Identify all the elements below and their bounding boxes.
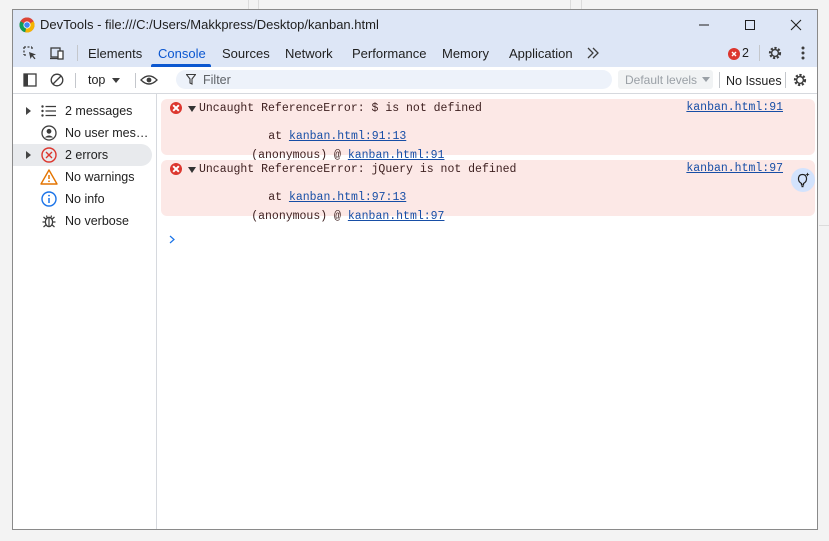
context-label: top — [88, 73, 106, 87]
toolbar-divider — [77, 45, 78, 61]
eye-icon — [140, 75, 158, 85]
filter-input[interactable]: Filter — [176, 70, 612, 89]
filter-icon — [186, 74, 196, 85]
background-divider — [819, 225, 829, 226]
tab-sources[interactable]: Sources — [222, 46, 270, 61]
console-sidebar: 2 messages No user mess... 2 errors No w… — [13, 94, 157, 529]
window-title: DevTools - file:///C:/Users/Makkpress/De… — [40, 17, 379, 32]
sidebar-item-label: No user mess... — [65, 126, 151, 140]
tab-network[interactable]: Network — [285, 46, 333, 61]
toolbar-divider — [719, 72, 720, 88]
live-expression-button[interactable] — [140, 71, 158, 89]
sidebar-item-messages[interactable]: 2 messages — [13, 100, 153, 122]
sidebar-item-label: No verbose — [65, 214, 129, 228]
inspect-icon — [23, 46, 36, 60]
issues-button[interactable]: No Issues — [726, 74, 782, 88]
expand-arrow-icon — [26, 151, 31, 159]
devtools-window: DevTools - file:///C:/Users/Makkpress/De… — [12, 9, 818, 530]
lightbulb-sparkle-icon — [797, 172, 810, 188]
understand-message-button[interactable] — [791, 168, 815, 192]
sidebar-item-label: 2 messages — [65, 104, 133, 118]
source-link[interactable]: kanban.html:97 — [686, 162, 783, 175]
context-selector[interactable]: top — [88, 73, 128, 89]
warning-icon — [40, 168, 58, 186]
console-settings-button[interactable] — [791, 71, 809, 89]
sidebar-toggle-icon — [23, 73, 37, 87]
console-error-message[interactable]: Uncaught ReferenceError: $ is not define… — [161, 99, 815, 162]
error-text: Uncaught ReferenceError: jQuery is not d… — [199, 163, 517, 176]
device-icon — [50, 47, 64, 60]
sidebar-item-label: 2 errors — [65, 148, 109, 162]
close-button[interactable] — [773, 10, 817, 39]
sidebar-item-errors[interactable]: 2 errors — [13, 144, 152, 166]
tab-application[interactable]: Application — [509, 46, 573, 61]
sidebar-item-user-messages[interactable]: No user mess... — [13, 122, 153, 144]
stack-prefix: (anonymous) @ — [251, 210, 348, 223]
caret-down-icon — [702, 77, 710, 82]
gear-icon — [768, 46, 782, 60]
toggle-sidebar-button[interactable] — [21, 71, 39, 89]
toolbar-divider — [135, 73, 136, 88]
error-count: 2 — [742, 46, 749, 60]
tab-console[interactable]: Console — [158, 46, 206, 61]
log-levels-dropdown[interactable]: Default levels — [618, 70, 713, 89]
kebab-menu-icon — [801, 46, 805, 60]
sidebar-item-label: No warnings — [65, 170, 135, 184]
panel-tab-bar: Elements Console Sources Network Perform… — [13, 39, 817, 67]
prompt-chevron-icon — [169, 235, 175, 244]
error-icon — [170, 163, 182, 175]
bug-icon — [40, 212, 58, 230]
maximize-button[interactable] — [727, 10, 773, 39]
settings-button[interactable] — [766, 44, 784, 62]
clear-icon — [50, 73, 64, 87]
error-text: Uncaught ReferenceError: $ is not define… — [199, 102, 482, 115]
caret-down-icon — [112, 78, 120, 83]
console-output: Uncaught ReferenceError: $ is not define… — [157, 94, 817, 529]
expand-arrow-icon — [26, 107, 31, 115]
toolbar-divider — [785, 72, 786, 88]
error-icon — [40, 146, 58, 164]
device-toolbar-button[interactable] — [48, 44, 66, 62]
expand-triangle-icon[interactable] — [188, 167, 196, 173]
tab-elements[interactable]: Elements — [88, 46, 142, 61]
console-error-message[interactable]: Uncaught ReferenceError: jQuery is not d… — [161, 160, 815, 223]
user-icon — [40, 124, 58, 142]
sidebar-item-verbose[interactable]: No verbose — [13, 210, 153, 232]
console-toolbar: top Filter Default levels No Issues — [13, 67, 817, 94]
title-bar: DevTools - file:///C:/Users/Makkpress/De… — [13, 10, 817, 39]
maximize-icon — [745, 19, 755, 30]
log-levels-label: Default levels — [625, 73, 698, 87]
list-icon — [40, 102, 58, 120]
filter-placeholder: Filter — [203, 73, 231, 87]
minimize-icon — [699, 24, 709, 25]
tab-performance[interactable]: Performance — [352, 46, 426, 61]
sidebar-item-label: No info — [65, 192, 105, 206]
toolbar-divider — [75, 73, 76, 88]
more-tabs-button[interactable] — [584, 44, 602, 62]
gear-icon — [793, 73, 807, 87]
clear-console-button[interactable] — [48, 71, 66, 89]
close-icon — [790, 19, 802, 30]
chrome-logo-icon — [19, 17, 35, 33]
double-chevron-right-icon — [587, 47, 599, 59]
minimize-button[interactable] — [681, 10, 727, 39]
info-icon — [40, 190, 58, 208]
stack-link[interactable]: kanban.html:97 — [348, 210, 445, 223]
tab-memory[interactable]: Memory — [442, 46, 489, 61]
sidebar-item-info[interactable]: No info — [13, 188, 153, 210]
expand-triangle-icon[interactable] — [188, 106, 196, 112]
error-circle-icon — [728, 48, 740, 60]
sidebar-item-warnings[interactable]: No warnings — [13, 166, 153, 188]
error-icon — [170, 102, 182, 114]
more-options-button[interactable] — [794, 44, 812, 62]
toolbar-divider — [759, 45, 760, 61]
inspect-element-button[interactable] — [21, 44, 39, 62]
source-link[interactable]: kanban.html:91 — [686, 101, 783, 114]
console-prompt[interactable] — [169, 232, 175, 247]
error-count-badge[interactable]: 2 — [728, 46, 754, 62]
